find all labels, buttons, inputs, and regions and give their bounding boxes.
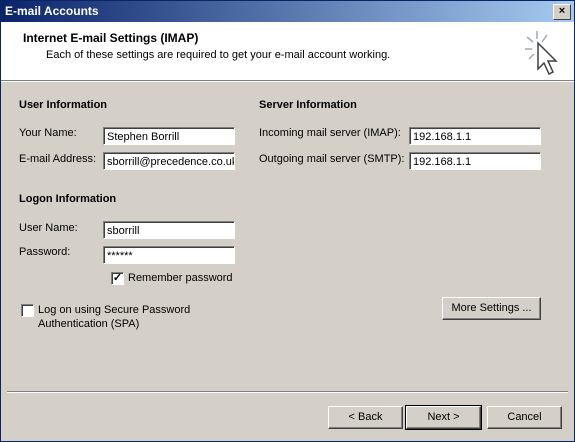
close-icon: × (558, 5, 566, 17)
email-accounts-dialog: E-mail Accounts × Internet E-mail Settin… (0, 0, 575, 442)
next-button[interactable]: Next > (405, 405, 482, 430)
outgoing-server-label: Outgoing mail server (SMTP): (259, 153, 405, 165)
your-name-label: Your Name: (19, 127, 77, 139)
outgoing-server-field[interactable]: 192.168.1.1 (409, 152, 541, 170)
title-bar[interactable]: E-mail Accounts × (1, 1, 574, 22)
email-address-label: E-mail Address: (19, 153, 97, 165)
incoming-server-field[interactable]: 192.168.1.1 (409, 127, 541, 145)
header-title: Internet E-mail Settings (IMAP) (23, 31, 199, 45)
header-subtitle: Each of these settings are required to g… (46, 49, 391, 61)
checkmark-icon: ✓ (112, 272, 123, 284)
logon-information-heading: Logon Information (19, 193, 117, 205)
header-separator (1, 80, 574, 82)
remember-password-label[interactable]: Remember password (128, 272, 233, 284)
user-name-label: User Name: (19, 222, 78, 234)
spa-label-line1[interactable]: Log on using Secure Password (38, 304, 190, 316)
server-information-heading: Server Information (259, 99, 357, 111)
cancel-button[interactable]: Cancel (487, 406, 562, 429)
incoming-server-label: Incoming mail server (IMAP): (259, 127, 401, 139)
user-name-field[interactable]: sborrill (103, 221, 235, 239)
window-title: E-mail Accounts (5, 4, 99, 18)
user-information-heading: User Information (19, 99, 108, 111)
email-address-field[interactable]: sborrill@precedence.co.uk (103, 152, 235, 170)
password-label: Password: (19, 246, 71, 258)
dialog-header: Internet E-mail Settings (IMAP) Each of … (1, 22, 574, 80)
your-name-field[interactable]: Stephen Borrill (103, 127, 235, 145)
spa-checkbox[interactable] (21, 304, 34, 317)
password-field[interactable]: ****** (103, 246, 235, 264)
spa-label-line2[interactable]: Authentication (SPA) (38, 318, 139, 330)
remember-password-checkbox[interactable]: ✓ (111, 272, 124, 285)
back-button[interactable]: < Back (328, 406, 403, 429)
close-button[interactable]: × (553, 4, 571, 20)
more-settings-button[interactable]: More Settings ... (442, 297, 541, 320)
cursor-sparkle-icon (525, 31, 558, 76)
footer-separator (7, 391, 568, 393)
